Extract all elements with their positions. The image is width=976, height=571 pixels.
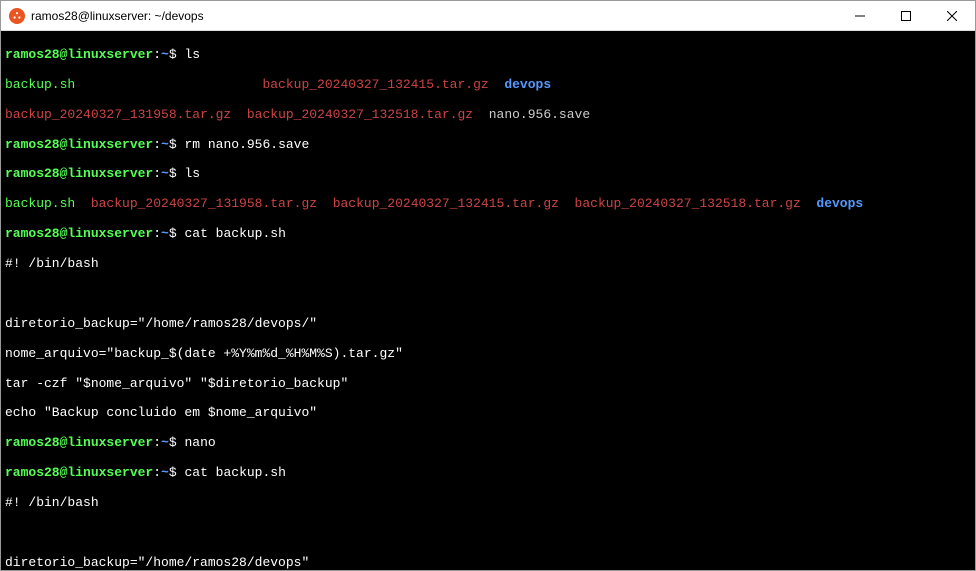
terminal[interactable]: ramos28@linuxserver:~$ ls backup.sh back… [1, 31, 975, 570]
prompt-line: ramos28@linuxserver:~$ ls [5, 48, 971, 63]
maximize-button[interactable] [883, 1, 929, 30]
script-line: tar -czf "$nome_arquivo" "$diretorio_bac… [5, 377, 971, 392]
prompt-line: ramos28@linuxserver:~$ ls [5, 167, 971, 182]
command: ls [184, 166, 200, 181]
prompt-line: ramos28@linuxserver:~$ cat backup.sh [5, 466, 971, 481]
command: cat backup.sh [184, 226, 285, 241]
script-line: #! /bin/bash [5, 496, 971, 511]
minimize-button[interactable] [837, 1, 883, 30]
ls-output: backup_20240327_131958.tar.gz backup_202… [5, 108, 971, 123]
script-line [5, 526, 971, 541]
maximize-icon [901, 11, 911, 21]
script-line: #! /bin/bash [5, 257, 971, 272]
command: nano [184, 435, 215, 450]
ls-output: backup.sh backup_20240327_132415.tar.gz … [5, 78, 971, 93]
script-line: diretorio_backup="/home/ramos28/devops/" [5, 317, 971, 332]
prompt-line: ramos28@linuxserver:~$ rm nano.956.save [5, 138, 971, 153]
close-icon [947, 11, 957, 21]
window-controls [837, 1, 975, 30]
close-button[interactable] [929, 1, 975, 30]
command: ls [184, 47, 200, 62]
script-line: echo "Backup concluido em $nome_arquivo" [5, 406, 971, 421]
script-line [5, 287, 971, 302]
script-line: nome_arquivo="backup_$(date +%Y%m%d_%H%M… [5, 347, 971, 362]
command: rm nano.956.save [184, 137, 309, 152]
prompt-line: ramos28@linuxserver:~$ cat backup.sh [5, 227, 971, 242]
app-icon [9, 8, 25, 24]
window: ramos28@linuxserver: ~/devops ramos28@li… [0, 0, 976, 571]
script-line: diretorio_backup="/home/ramos28/devops" [5, 556, 971, 570]
ls-output: backup.sh backup_20240327_131958.tar.gz … [5, 197, 971, 212]
titlebar: ramos28@linuxserver: ~/devops [1, 1, 975, 31]
window-title: ramos28@linuxserver: ~/devops [31, 9, 837, 23]
prompt-line: ramos28@linuxserver:~$ nano [5, 436, 971, 451]
command: cat backup.sh [184, 465, 285, 480]
minimize-icon [855, 11, 865, 21]
